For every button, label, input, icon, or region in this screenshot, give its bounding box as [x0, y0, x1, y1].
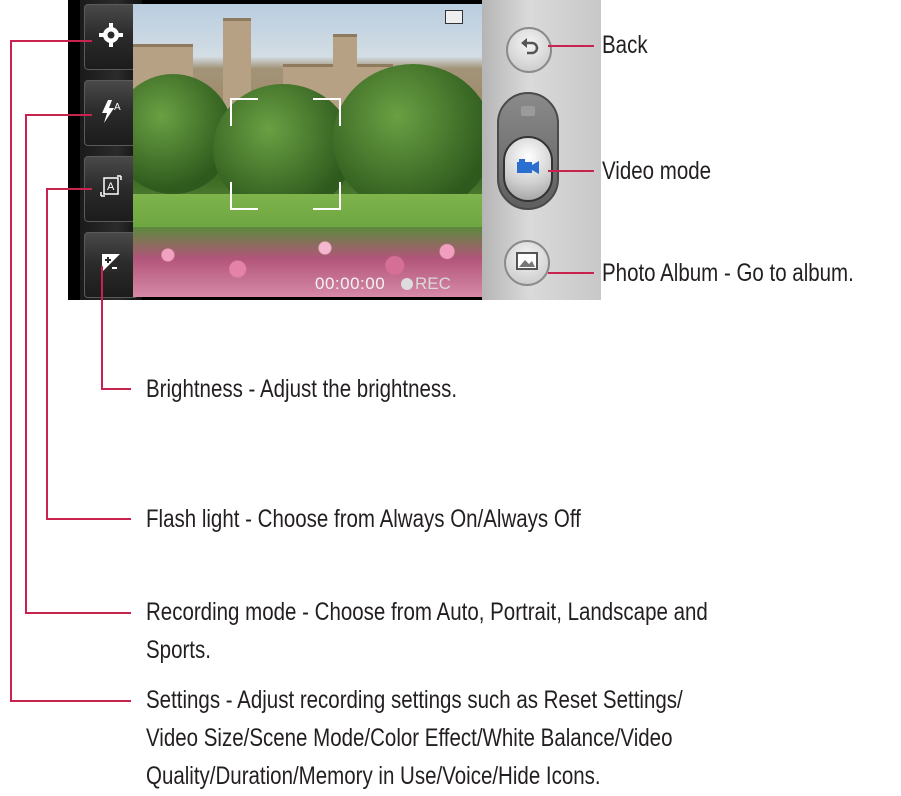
recording-mode-callout-line2: Sports. [146, 636, 211, 664]
camera-screen: A A 00:00:00 REC [68, 0, 601, 300]
photo-album-callout: Photo Album - Go to album. [602, 259, 854, 287]
video-mode-icon [515, 156, 541, 183]
gear-icon [96, 20, 126, 55]
mode-switch[interactable] [497, 92, 559, 210]
settings-button[interactable] [84, 4, 138, 70]
photo-album-icon [516, 251, 538, 275]
flash-button[interactable]: A [84, 80, 138, 146]
recording-mode-button[interactable]: A [84, 156, 138, 222]
svg-text:A: A [107, 181, 115, 193]
rec-indicator: REC [401, 274, 451, 294]
video-mode-callout: Video mode [602, 157, 712, 185]
viewfinder: 00:00:00 REC [133, 4, 482, 297]
mini-album-icon [445, 10, 463, 24]
recording-timecode: 00:00:00 [315, 274, 386, 293]
camera-mode-icon [521, 106, 535, 116]
flash-callout: Flash light - Choose from Always On/Alwa… [146, 505, 581, 533]
back-callout: Back [602, 31, 648, 59]
settings-callout-line2: Video Size/Scene Mode/Color Effect/White… [146, 724, 673, 752]
rec-dot-icon [401, 278, 413, 290]
brightness-button[interactable] [84, 232, 138, 298]
photo-album-button[interactable] [504, 240, 550, 286]
back-button[interactable] [506, 27, 552, 73]
settings-callout-line1: Settings - Adjust recording settings suc… [146, 686, 683, 714]
back-icon [517, 36, 541, 65]
svg-text:A: A [114, 102, 121, 113]
recording-mode-callout-line1: Recording mode - Choose from Auto, Portr… [146, 598, 708, 626]
video-mode-button[interactable] [503, 136, 553, 202]
settings-callout-line3: Quality/Duration/Memory in Use/Voice/Hid… [146, 762, 601, 790]
brightness-callout: Brightness - Adjust the brightness. [146, 375, 458, 403]
flash-auto-icon: A [96, 96, 126, 131]
recording-mode-icon: A [96, 172, 126, 207]
